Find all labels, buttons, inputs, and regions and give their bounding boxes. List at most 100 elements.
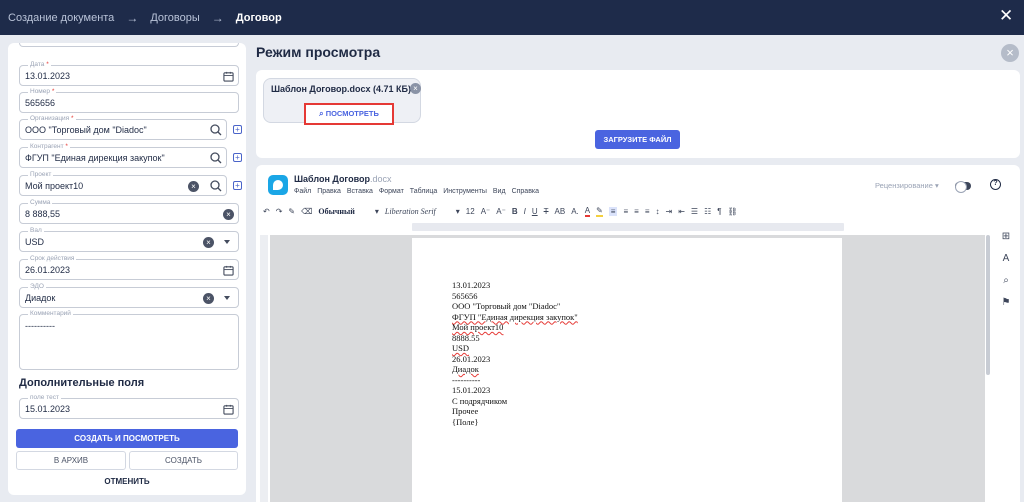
extra-test-field[interactable]: поле тест 15.01.2023 xyxy=(19,394,239,419)
number-field[interactable]: Номер * 565656 xyxy=(19,88,239,113)
field-label: Номер * xyxy=(28,88,57,96)
uppercase-icon[interactable]: AB xyxy=(555,207,566,216)
calendar-icon[interactable] xyxy=(221,263,235,277)
pilcrow-icon[interactable]: ¶ xyxy=(717,207,721,216)
numbered-list-icon[interactable]: ☷ xyxy=(704,207,711,216)
remove-file-icon[interactable]: × xyxy=(410,83,421,94)
close-icon[interactable]: ✕ xyxy=(999,7,1013,24)
doc-line: ФГУП "Единая дирекция закупок" xyxy=(452,311,578,322)
bullet-list-icon[interactable]: ☰ xyxy=(691,207,698,216)
menu-table[interactable]: Таблица xyxy=(410,188,437,195)
scrollbar[interactable] xyxy=(986,235,990,375)
clear-format-icon[interactable]: ⌫ xyxy=(301,207,312,216)
organization-field[interactable]: Организация * ООО "Торговый дом "Diadoc" xyxy=(19,115,227,140)
project-field[interactable]: Проект Мой проект10 × xyxy=(19,171,227,196)
clear-icon[interactable]: × xyxy=(188,181,199,192)
editor-logo-icon xyxy=(268,175,288,195)
validity-field[interactable]: Срок действия 26.01.2023 xyxy=(19,255,239,280)
paragraph-style-select[interactable]: Обычный xyxy=(318,207,354,216)
text-style-icon[interactable]: A xyxy=(998,253,1014,275)
upload-card: Шаблон Договор.docx (4.71 КБ) × ⌕ ПОСМОТ… xyxy=(256,70,1020,158)
chevron-down-icon[interactable]: ▾ xyxy=(456,207,460,216)
menu-tools[interactable]: Инструменты xyxy=(443,188,487,195)
review-toggle[interactable] xyxy=(955,181,971,193)
help-icon[interactable]: ? xyxy=(990,179,1001,190)
italic-icon[interactable]: I xyxy=(524,207,526,216)
search-icon[interactable] xyxy=(209,179,223,193)
indent-icon[interactable]: ⇥ xyxy=(665,207,672,216)
breadcrumb-contracts[interactable]: Договоры xyxy=(150,12,199,24)
chevron-down-icon[interactable]: ▾ xyxy=(375,207,379,216)
doc-line: 8888.55 xyxy=(452,332,480,343)
menu-edit[interactable]: Правка xyxy=(317,188,341,195)
currency-select[interactable]: Вал USD × xyxy=(19,227,239,252)
breadcrumb-create-document[interactable]: Создание документа xyxy=(8,12,114,24)
file-name: Шаблон Договор.docx (4.71 КБ) xyxy=(271,84,411,94)
add-contractor-icon[interactable]: + xyxy=(233,153,242,162)
cancel-button[interactable]: ОТМЕНИТЬ xyxy=(16,475,238,489)
edo-select[interactable]: ЭДО Диадок × xyxy=(19,283,239,308)
view-button[interactable]: ⌕ ПОСМОТРЕТЬ xyxy=(304,103,394,125)
horizontal-ruler xyxy=(412,223,844,231)
clear-icon[interactable]: × xyxy=(203,237,214,248)
chevron-down-icon[interactable] xyxy=(224,296,230,300)
text-color-icon[interactable]: A xyxy=(584,206,591,217)
create-and-view-button[interactable]: СОЗДАТЬ И ПОСМОТРЕТЬ xyxy=(16,429,238,448)
doc-line: ---------- xyxy=(452,374,481,385)
undo-icon[interactable]: ↶ xyxy=(263,207,270,216)
add-organization-icon[interactable]: + xyxy=(233,125,242,134)
calendar-icon[interactable] xyxy=(221,69,235,83)
date-field[interactable]: Дата * 13.01.2023 xyxy=(19,61,239,86)
calendar-icon[interactable] xyxy=(221,402,235,416)
organization-value: ООО "Торговый дом "Diadoc" xyxy=(25,125,147,135)
strikethrough-icon[interactable]: T xyxy=(544,207,549,216)
clear-icon[interactable]: × xyxy=(223,209,234,220)
bookmark-icon[interactable]: ⚑ xyxy=(998,297,1014,319)
line-spacing-icon[interactable]: ↕ xyxy=(655,207,659,216)
archive-button[interactable]: В АРХИВ xyxy=(16,451,126,470)
close-icon[interactable]: × xyxy=(1001,44,1019,62)
bold-icon[interactable]: B xyxy=(512,207,518,216)
doc-line: Диадок xyxy=(452,364,479,374)
create-button[interactable]: СОЗДАТЬ xyxy=(129,451,238,470)
search-icon[interactable]: ⌕ xyxy=(998,275,1014,297)
superscript-icon[interactable]: A. xyxy=(571,207,579,216)
menu-file[interactable]: Файл xyxy=(294,188,311,195)
chevron-down-icon[interactable] xyxy=(224,240,230,244)
search-icon[interactable] xyxy=(209,123,223,137)
redo-icon[interactable]: ↷ xyxy=(276,207,283,216)
search-icon[interactable] xyxy=(209,151,223,165)
add-comment-icon[interactable]: ⊞ xyxy=(998,231,1014,253)
menu-insert[interactable]: Вставка xyxy=(347,188,373,195)
upload-file-button[interactable]: ЗАГРУЗИТЕ ФАЙЛ xyxy=(595,130,680,149)
font-size-select[interactable]: 12 xyxy=(466,207,475,216)
underline-icon[interactable]: U xyxy=(532,207,538,216)
review-mode-dropdown[interactable]: Рецензирование ▾ xyxy=(875,181,939,190)
align-center-icon[interactable]: ≡ xyxy=(623,207,628,216)
menu-help[interactable]: Справка xyxy=(512,188,539,195)
add-project-icon[interactable]: + xyxy=(233,181,242,190)
align-right-icon[interactable]: ≡ xyxy=(634,207,639,216)
amount-field[interactable]: Сумма 8 888,55 × xyxy=(19,199,239,224)
document-page[interactable]: 13.01.2023 565656 ООО "Торговый дом "Dia… xyxy=(412,238,842,502)
font-decrease-icon[interactable]: A⁻ xyxy=(496,207,506,216)
arrow-icon: → xyxy=(126,10,139,25)
comment-field[interactable]: Комментарий ---------- xyxy=(19,310,239,370)
menu-format[interactable]: Формат xyxy=(379,188,404,195)
clear-icon[interactable]: × xyxy=(203,293,214,304)
font-increase-icon[interactable]: A⁻ xyxy=(481,207,491,216)
validity-value: 26.01.2023 xyxy=(25,265,71,275)
field-label: Сумма xyxy=(28,199,53,207)
outdent-icon[interactable]: ⇤ xyxy=(678,207,685,216)
paint-format-icon[interactable]: ✎ xyxy=(288,207,295,216)
align-justify-icon[interactable]: ≡ xyxy=(645,207,650,216)
highlight-icon[interactable]: ✎ xyxy=(596,206,603,217)
doc-line: Прочее xyxy=(452,406,479,416)
link-icon[interactable]: ⛓ xyxy=(728,207,738,216)
field-label: Вал xyxy=(28,227,44,235)
menu-view[interactable]: Вид xyxy=(493,188,506,195)
contractor-field[interactable]: Контрагент * ФГУП "Единая дирекция закуп… xyxy=(19,143,227,168)
breadcrumb-contract: Договор xyxy=(235,11,282,24)
align-left-icon[interactable]: ≡ xyxy=(608,206,618,216)
font-select[interactable]: Liberation Serif xyxy=(385,207,436,216)
